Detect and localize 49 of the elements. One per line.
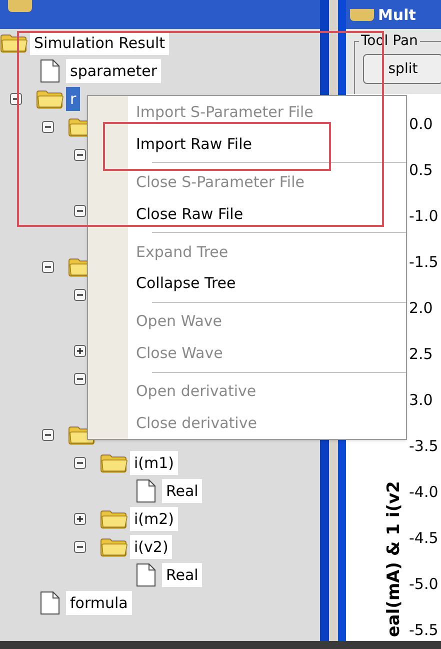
tick-label: 2.5 xyxy=(409,344,434,365)
tick-label: -5.0 xyxy=(409,574,438,595)
expand-icon[interactable] xyxy=(74,345,86,357)
collapse-icon[interactable] xyxy=(42,121,54,133)
folder-icon xyxy=(100,509,128,529)
collapse-icon[interactable] xyxy=(74,373,86,385)
tick-label: -3.5 xyxy=(409,436,438,457)
tick-label: 0.5 xyxy=(409,160,434,181)
tree-item[interactable]: sparameter xyxy=(66,59,162,83)
tree-item[interactable]: r xyxy=(66,87,80,111)
tick-label: 0.0 xyxy=(409,114,434,135)
tick-label: -4.5 xyxy=(409,528,438,549)
collapse-icon[interactable] xyxy=(74,205,86,217)
tree-item[interactable]: Real xyxy=(162,563,202,587)
file-icon xyxy=(40,59,60,83)
tick-label: 2.0 xyxy=(409,298,434,319)
split-button[interactable]: split xyxy=(363,54,441,84)
file-icon xyxy=(40,591,60,615)
collapse-icon[interactable] xyxy=(42,261,54,273)
tick-label: -4.0 xyxy=(409,482,438,503)
tree-item[interactable]: i(v2) xyxy=(130,535,172,559)
app-icon xyxy=(350,8,374,20)
tree-item[interactable]: formula xyxy=(66,591,132,615)
file-icon xyxy=(136,479,156,503)
tree-item[interactable]: Simulation Result xyxy=(30,31,170,55)
tree-item[interactable]: i(m1) xyxy=(130,451,178,475)
collapse-icon[interactable] xyxy=(74,149,86,161)
collapse-icon[interactable] xyxy=(42,429,54,441)
tree-item[interactable]: Real xyxy=(162,479,202,503)
axis-label: eal(mA) & 1 i(v2 xyxy=(382,480,404,637)
folder-icon xyxy=(100,537,128,557)
tree-item[interactable]: i(m2) xyxy=(130,507,178,531)
folder-icon xyxy=(0,33,28,53)
menu-item[interactable]: Import Raw File xyxy=(136,134,252,153)
tick-label: 3.0 xyxy=(409,390,434,411)
app-icon xyxy=(8,0,32,12)
tick-label: -1.0 xyxy=(409,206,438,227)
collapse-icon[interactable] xyxy=(74,541,86,553)
tick-label: -5.5 xyxy=(409,620,438,641)
folder-icon xyxy=(36,89,64,109)
collapse-icon[interactable] xyxy=(74,289,86,301)
menu-item[interactable]: Close Raw File xyxy=(136,204,244,223)
collapse-icon[interactable] xyxy=(74,457,86,469)
tick-label: -1.5 xyxy=(409,252,438,273)
folder-icon xyxy=(100,453,128,473)
file-icon xyxy=(136,563,156,587)
expand-icon[interactable] xyxy=(74,513,86,525)
menu-item[interactable]: Collapse Tree xyxy=(136,274,236,292)
window-title: Mult xyxy=(378,4,416,24)
